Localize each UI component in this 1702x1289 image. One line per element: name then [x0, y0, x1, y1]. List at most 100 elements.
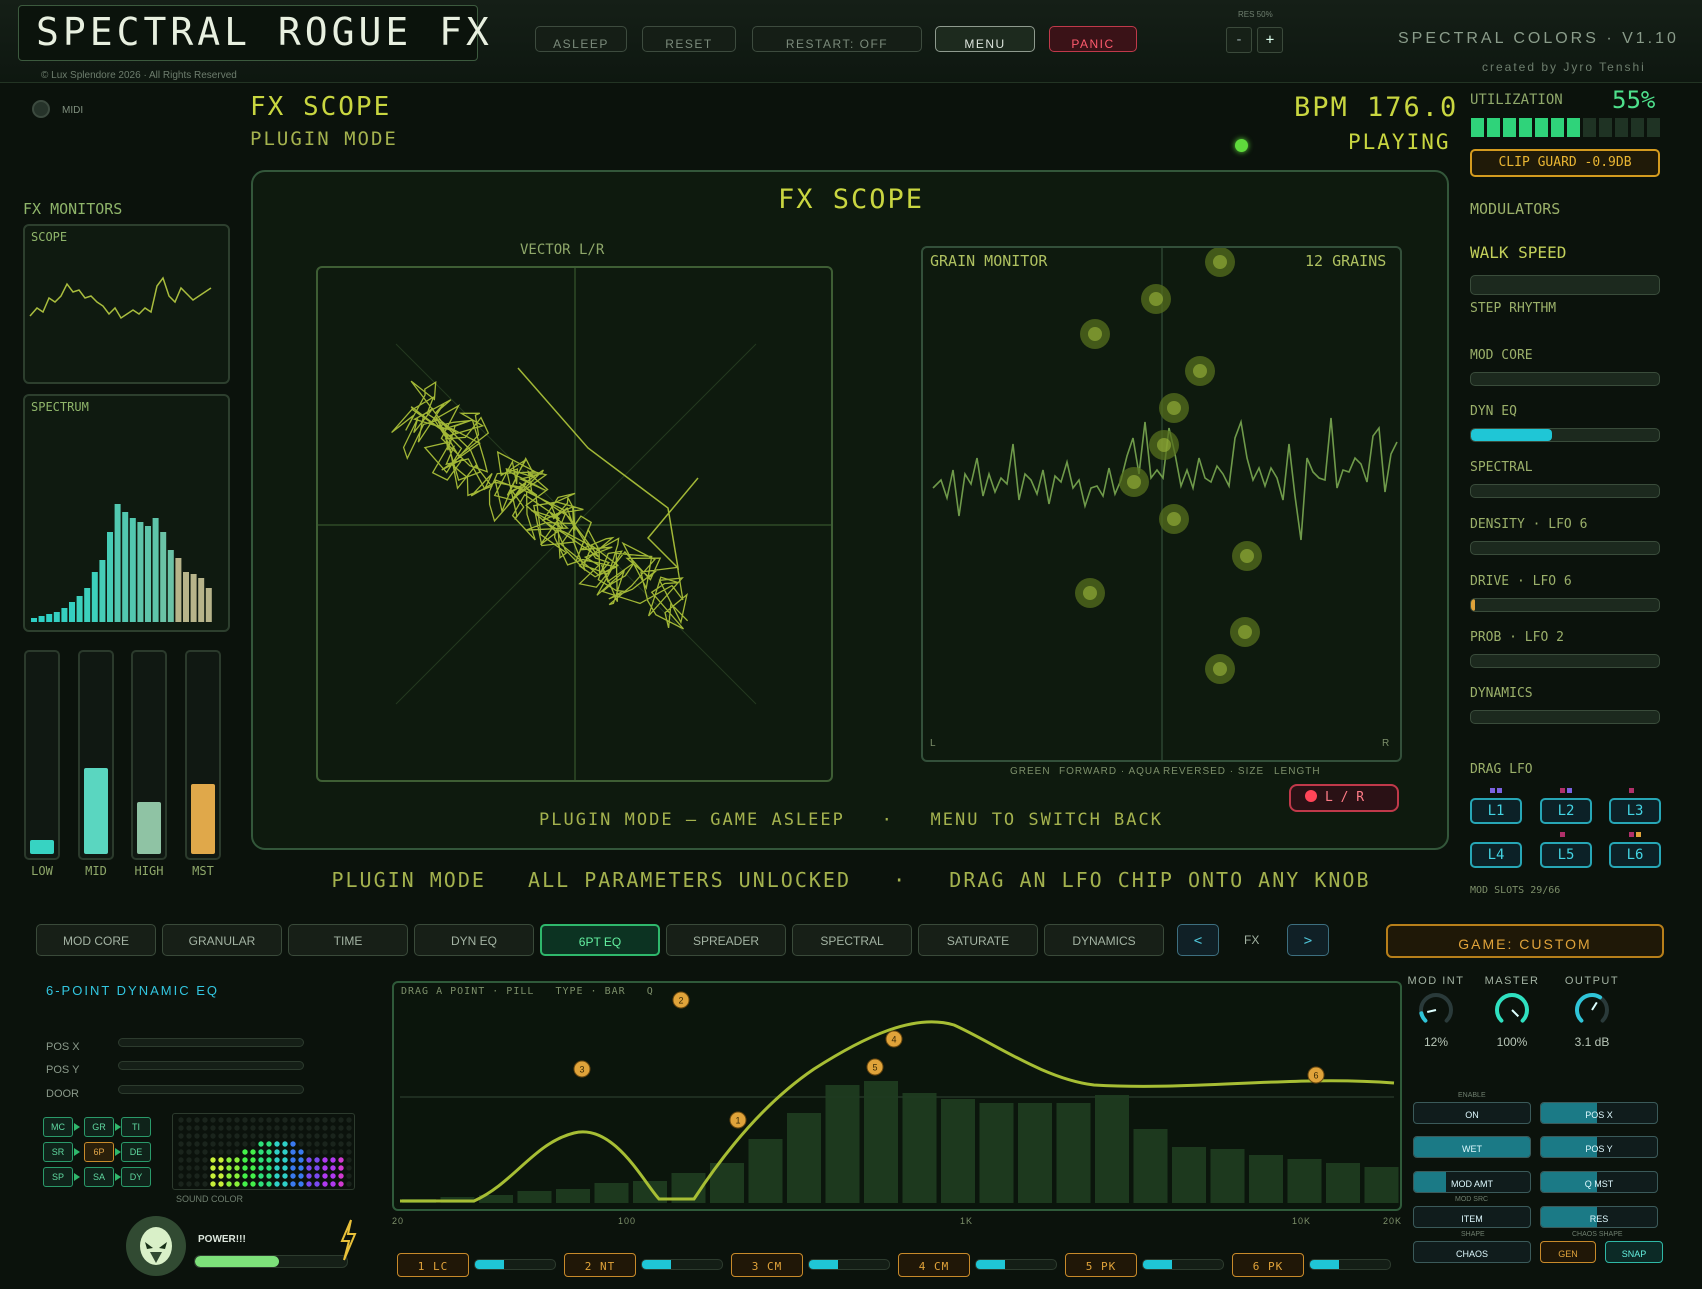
tab-mod-core[interactable]: MOD CORE — [36, 924, 156, 956]
lfo-chip-l4[interactable]: L4 — [1470, 842, 1522, 868]
sound-color-dot — [186, 1165, 192, 1171]
module-node-6p[interactable]: 6P — [84, 1142, 114, 1162]
sound-color-dot — [226, 1157, 232, 1163]
level-meter-fill — [30, 840, 54, 854]
modulator-slider[interactable] — [1470, 541, 1660, 555]
tab-dyn-eq[interactable]: DYN EQ — [414, 924, 534, 956]
module-node-de[interactable]: DE — [121, 1142, 151, 1162]
next-page-button[interactable]: > — [1287, 924, 1329, 956]
snap-button[interactable]: SNAP — [1605, 1241, 1663, 1263]
knob-mod-int[interactable] — [1416, 990, 1456, 1030]
band-button-1[interactable]: 1 LC — [397, 1253, 469, 1277]
pos-y-slider[interactable] — [118, 1061, 304, 1070]
lfo-chip-l3[interactable]: L3 — [1609, 798, 1661, 824]
restart-toggle[interactable]: RESTART: OFF — [752, 26, 922, 52]
band-gain-slider[interactable] — [1142, 1259, 1224, 1270]
module-node-dy[interactable]: DY — [121, 1167, 151, 1187]
lfo-chip-l6[interactable]: L6 — [1609, 842, 1661, 868]
eq-spectrum-bar — [787, 1113, 821, 1203]
band-gain-slider[interactable] — [808, 1259, 890, 1270]
enable-toggle[interactable]: ON — [1413, 1102, 1531, 1124]
band-button-4[interactable]: 4 CM — [898, 1253, 970, 1277]
walk-speed-slider[interactable] — [1470, 275, 1660, 295]
pos-x-mod-slider[interactable]: POS X — [1540, 1102, 1658, 1124]
resolution-increase-button[interactable]: + — [1257, 27, 1283, 53]
level-meter-fill — [137, 802, 161, 854]
knob-master[interactable] — [1492, 990, 1532, 1030]
sound-color-dot — [242, 1181, 248, 1187]
q-mst-slider[interactable]: Q MST — [1540, 1171, 1658, 1193]
modulator-slider[interactable] — [1470, 710, 1660, 724]
sound-color-dot — [298, 1149, 304, 1155]
tab-spectral[interactable]: SPECTRAL — [792, 924, 912, 956]
band-gain-slider[interactable] — [641, 1259, 723, 1270]
modulator-slider[interactable] — [1470, 372, 1660, 386]
game-custom-button[interactable]: GAME: CUSTOM — [1386, 924, 1664, 958]
eq-curve-plot[interactable]: 1 2 3 4 5 6 — [394, 983, 1400, 1209]
clip-guard-button[interactable]: CLIP GUARD -0.9DB — [1470, 149, 1660, 177]
tab-time[interactable]: TIME — [288, 924, 408, 956]
res-slider[interactable]: RES — [1540, 1206, 1658, 1228]
lfo-chip-l5[interactable]: L5 — [1540, 842, 1592, 868]
knob-output[interactable] — [1572, 990, 1612, 1030]
tab-saturate[interactable]: SATURATE — [918, 924, 1038, 956]
tab-spreader[interactable]: SPREADER — [666, 924, 786, 956]
module-node-sr[interactable]: SR — [43, 1142, 73, 1162]
sound-color-dot — [234, 1165, 240, 1171]
module-node-mc[interactable]: MC — [43, 1117, 73, 1137]
lfo-chip-l1[interactable]: L1 — [1470, 798, 1522, 824]
alien-avatar[interactable] — [126, 1216, 186, 1276]
mod-src-select[interactable]: ITEM — [1413, 1206, 1531, 1228]
tab-dynamics[interactable]: DYNAMICS — [1044, 924, 1164, 956]
level-meter-label: HIGH — [134, 864, 164, 878]
wet-toggle[interactable]: WET — [1413, 1136, 1531, 1158]
scope-waveform — [29, 276, 212, 320]
sound-color-dot — [242, 1125, 248, 1131]
asleep-button[interactable]: ASLEEP — [535, 26, 627, 52]
tab-granular[interactable]: GRANULAR — [162, 924, 282, 956]
band-button-6[interactable]: 6 PK — [1232, 1253, 1304, 1277]
modulator-slider[interactable] — [1470, 654, 1660, 668]
modulator-slider[interactable] — [1470, 484, 1660, 498]
sound-color-dot — [250, 1181, 256, 1187]
modulator-slider[interactable] — [1470, 428, 1660, 442]
band-gain-slider[interactable] — [474, 1259, 556, 1270]
panic-button[interactable]: PANIC — [1049, 26, 1137, 52]
lfo-chip-l2[interactable]: L2 — [1540, 798, 1592, 824]
band-gain-slider[interactable] — [1309, 1259, 1391, 1270]
resolution-decrease-button[interactable]: - — [1226, 27, 1252, 53]
reset-button[interactable]: RESET — [642, 26, 736, 52]
sound-color-dot — [194, 1157, 200, 1163]
sound-color-dot — [234, 1141, 240, 1147]
mod-amt-slider[interactable]: MOD AMT — [1413, 1171, 1531, 1193]
tab-6pt-eq[interactable]: 6PT EQ — [540, 924, 660, 956]
band-button-5[interactable]: 5 PK — [1065, 1253, 1137, 1277]
module-node-sp[interactable]: SP — [43, 1167, 73, 1187]
lfo-indicator-dot — [1490, 788, 1495, 793]
lr-toggle-button[interactable]: L / R — [1289, 784, 1399, 812]
transport-status: PLAYING — [1348, 130, 1451, 154]
pos-y-mod-slider[interactable]: POS Y — [1540, 1136, 1658, 1158]
sound-color-dot — [186, 1125, 192, 1131]
pos-x-slider[interactable] — [118, 1038, 304, 1047]
band-gain-slider[interactable] — [975, 1259, 1057, 1270]
module-node-sa[interactable]: SA — [84, 1167, 114, 1187]
prev-page-button[interactable]: < — [1177, 924, 1219, 956]
module-node-ti[interactable]: TI — [121, 1117, 151, 1137]
sound-color-dot — [218, 1133, 224, 1139]
shape-select[interactable]: CHAOS — [1413, 1241, 1531, 1263]
band-button-2[interactable]: 2 NT — [564, 1253, 636, 1277]
gen-button[interactable]: GEN — [1540, 1241, 1596, 1263]
eq-graph[interactable]: 1 2 3 4 5 6 — [392, 981, 1402, 1211]
door-slider[interactable] — [118, 1085, 304, 1094]
modulator-slider[interactable] — [1470, 598, 1660, 612]
playing-led-icon — [1235, 139, 1248, 152]
band-button-3[interactable]: 3 CM — [731, 1253, 803, 1277]
chaos-shape-label: CHAOS SHAPE — [1572, 1231, 1623, 1238]
sound-color-dot — [282, 1165, 288, 1171]
eq-help-text: DRAG A POINT · PILL TYPE · BAR Q — [401, 986, 654, 997]
menu-button[interactable]: MENU — [935, 26, 1035, 52]
module-node-gr[interactable]: GR — [84, 1117, 114, 1137]
sound-color-grid[interactable] — [172, 1113, 355, 1190]
utilization-value: 55% — [1612, 86, 1656, 114]
